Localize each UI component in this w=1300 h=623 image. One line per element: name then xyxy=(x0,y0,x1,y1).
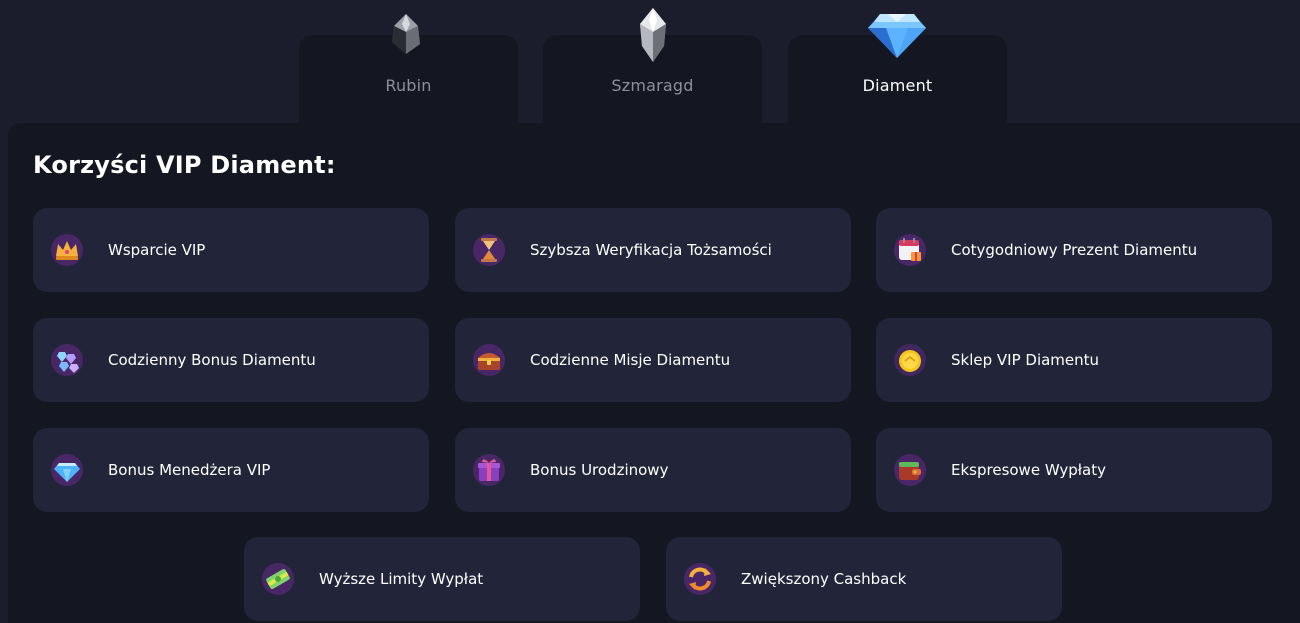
benefit-label: Szybsza Weryfikacja Tożsamości xyxy=(530,241,772,259)
diamond-icon xyxy=(51,454,83,486)
hourglass-icon xyxy=(473,234,505,266)
benefit-card-vip-support: Wsparcie VIP xyxy=(33,208,429,292)
benefit-card-faster-verification: Szybsza Weryfikacja Tożsamości xyxy=(455,208,851,292)
benefit-card-daily-missions: Codzienne Misje Diamentu xyxy=(455,318,851,402)
benefit-card-vip-manager-bonus: Bonus Menedżera VIP xyxy=(33,428,429,512)
vip-tier-tabs: Rubin Szmaragd Diament xyxy=(0,0,1300,127)
cashback-arrows-icon xyxy=(684,563,716,595)
gold-coin-icon xyxy=(894,344,926,376)
tab-rubin-label: Rubin xyxy=(385,76,432,95)
benefit-card-weekly-gift: Cotygodniowy Prezent Diamentu xyxy=(876,208,1272,292)
cash-stack-icon xyxy=(262,563,294,595)
benefit-card-vip-shop: Sklep VIP Diamentu xyxy=(876,318,1272,402)
benefit-card-higher-limits: Wyższe Limity Wypłat xyxy=(244,537,640,621)
treasure-chest-icon xyxy=(473,344,505,376)
gems-pile-icon xyxy=(51,344,83,376)
diamond-blue-icon xyxy=(868,14,926,58)
benefit-label: Codzienny Bonus Diamentu xyxy=(108,351,316,369)
calendar-gift-icon xyxy=(894,234,926,266)
benefits-title: Korzyści VIP Diament: xyxy=(33,151,336,179)
benefit-label: Bonus Urodzinowy xyxy=(530,461,669,479)
gift-box-icon xyxy=(473,454,505,486)
tab-diament-label: Diament xyxy=(862,76,933,95)
crystal-silver-icon xyxy=(640,8,666,62)
benefit-card-express-withdrawals: Ekspresowe Wypłaty xyxy=(876,428,1272,512)
benefit-label: Bonus Menedżera VIP xyxy=(108,461,271,479)
benefit-label: Wyższe Limity Wypłat xyxy=(319,570,484,588)
benefit-label: Ekspresowe Wypłaty xyxy=(951,461,1107,479)
benefit-label: Wsparcie VIP xyxy=(108,241,206,259)
crown-icon xyxy=(51,234,83,266)
tab-szmaragd-label: Szmaragd xyxy=(611,76,694,95)
wallet-icon xyxy=(894,454,926,486)
benefit-label: Sklep VIP Diamentu xyxy=(951,351,1100,369)
benefit-label: Zwiększony Cashback xyxy=(741,570,907,588)
benefit-card-birthday-bonus: Bonus Urodzinowy xyxy=(455,428,851,512)
benefit-label: Cotygodniowy Prezent Diamentu xyxy=(951,241,1198,259)
benefit-label: Codzienne Misje Diamentu xyxy=(530,351,731,369)
crystal-dark-icon xyxy=(392,14,420,54)
benefit-card-daily-bonus: Codzienny Bonus Diamentu xyxy=(33,318,429,402)
benefit-card-increased-cashback: Zwiększony Cashback xyxy=(666,537,1062,621)
